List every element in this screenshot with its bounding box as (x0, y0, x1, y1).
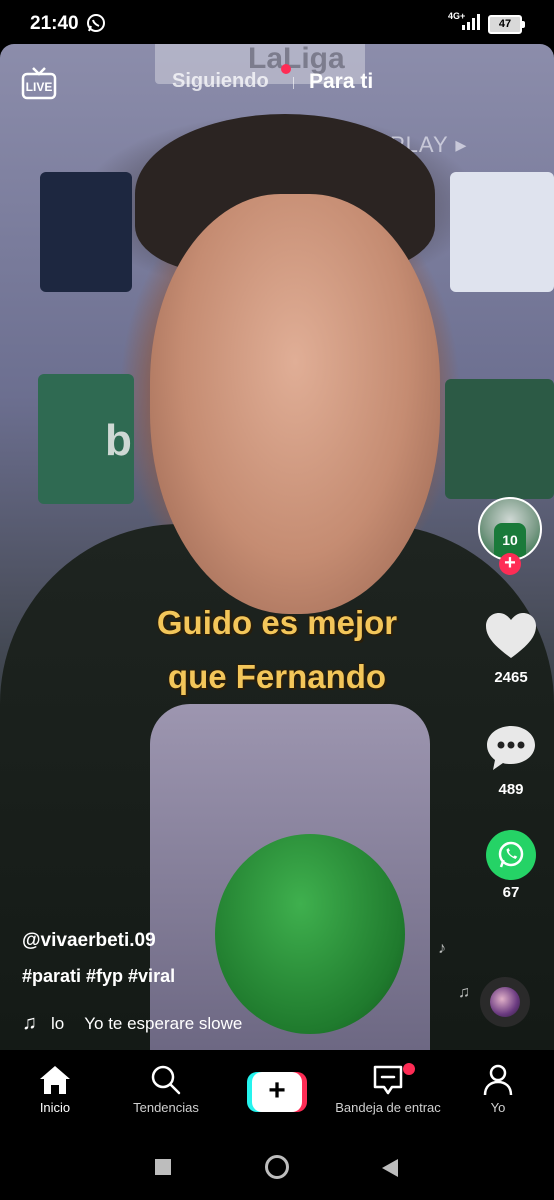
like-button[interactable]: 2465 (480, 612, 542, 686)
whatsapp-notification-icon (86, 13, 106, 38)
battery-indicator: 47 (488, 15, 525, 34)
tab-divider (293, 77, 294, 89)
like-count: 2465 (494, 669, 528, 686)
comment-button[interactable]: 489 (480, 724, 542, 798)
floating-note-icon: ♪ (438, 940, 446, 957)
system-nav-bar (0, 1138, 554, 1200)
recent-apps-button[interactable] (154, 1158, 172, 1181)
back-triangle-icon (382, 1159, 398, 1177)
create-button[interactable]: + (247, 1072, 307, 1112)
follow-button[interactable]: + (499, 553, 521, 575)
music-title: Yo te esperare slowe (84, 1013, 243, 1033)
post-hashtags[interactable]: #parati #fyp #viral (22, 966, 175, 987)
share-button[interactable]: 67 (480, 830, 542, 901)
tab-for-you[interactable]: Para ti (309, 70, 373, 94)
nav-home[interactable]: Inicio (0, 1064, 115, 1115)
music-note-icon: ♫ (22, 1012, 37, 1034)
microphone (215, 834, 405, 1034)
background-panel (40, 172, 132, 292)
tab-following[interactable]: Siguiendo (172, 70, 269, 93)
background-panel (450, 172, 554, 292)
video-player[interactable]: LaLiga PLAY ▸ b (0, 44, 554, 1050)
home-icon (0, 1064, 115, 1096)
inbox-icon (328, 1064, 448, 1096)
background-panel (445, 379, 554, 499)
floating-note-icon: ♫ (458, 984, 470, 1001)
profile-icon (438, 1064, 554, 1096)
following-notification-dot (281, 64, 291, 74)
nav-profile[interactable]: Yo (438, 1064, 554, 1115)
nav-inbox-label: Bandeja de entrac (335, 1100, 441, 1115)
nav-inbox[interactable]: Bandeja de entrac (328, 1064, 448, 1115)
comment-icon (487, 726, 535, 770)
sponsor-letter: b (105, 416, 132, 465)
nav-profile-label: Yo (490, 1100, 506, 1115)
square-icon (155, 1159, 171, 1175)
nav-trending-label: Tendencias (133, 1100, 199, 1115)
plus-icon: + (252, 1072, 302, 1112)
feed-tabs: Siguiendo Para ti (0, 64, 554, 100)
home-system-button[interactable] (264, 1154, 290, 1185)
comment-count: 489 (498, 781, 524, 798)
music-info[interactable]: ♫ lo Yo te esperare slowe (22, 1012, 259, 1035)
circle-icon (265, 1155, 289, 1179)
status-time: 21:40 (30, 13, 79, 34)
signal-icon (462, 14, 482, 35)
back-button[interactable] (380, 1158, 400, 1183)
whatsapp-icon (486, 830, 536, 880)
creator-username[interactable]: @vivaerbeti.09 (22, 930, 156, 952)
nav-home-label: Inicio (39, 1100, 71, 1115)
share-count: 67 (502, 884, 520, 901)
caption-line-2: que Fernando (167, 658, 387, 695)
heart-icon (486, 613, 536, 658)
search-icon (106, 1064, 226, 1096)
player-face (150, 194, 440, 614)
video-caption: Guido es mejor que Fernando (0, 596, 554, 704)
bottom-nav: Inicio Tendencias + Bandeja de entrac Yo (0, 1050, 554, 1138)
music-disc-button[interactable] (480, 977, 530, 1027)
caption-line-1: Guido es mejor (156, 604, 398, 641)
music-prefix: lo (51, 1013, 65, 1033)
nav-trending[interactable]: Tendencias (106, 1064, 226, 1115)
inbox-notification-dot (403, 1063, 415, 1075)
status-bar: 21:40 4G+ 47 (0, 0, 554, 44)
music-cover-art (490, 987, 520, 1017)
